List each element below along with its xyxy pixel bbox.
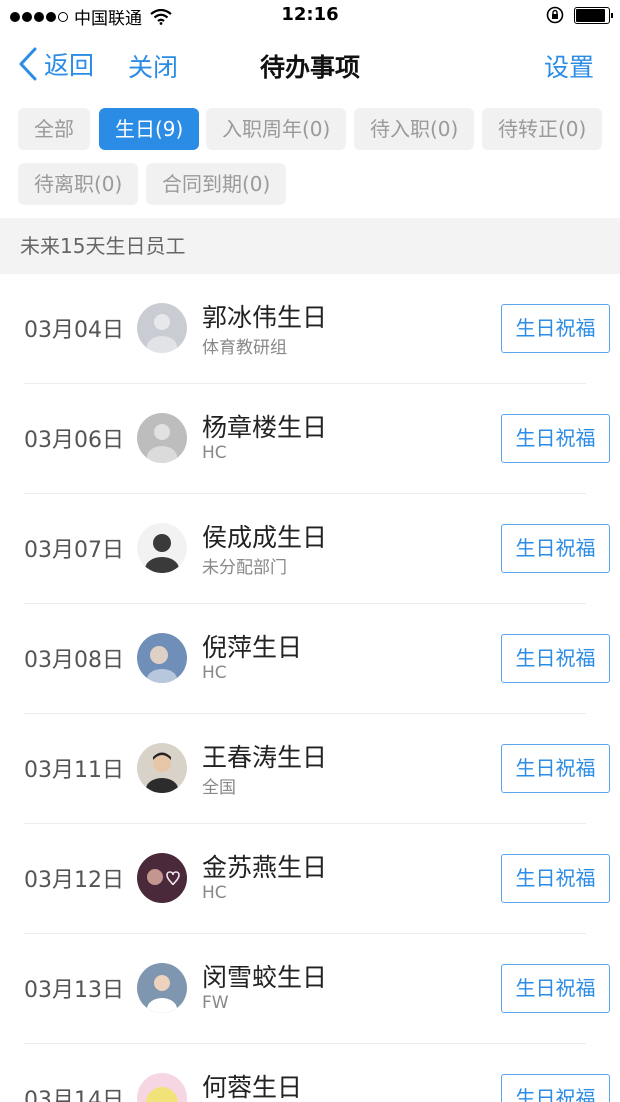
birthday-date: 03月06日 <box>24 428 124 453</box>
employee-department: HC <box>202 883 227 903</box>
employee-name: 侯成成生日 <box>202 523 328 552</box>
avatar <box>137 303 187 353</box>
filter-chip-contract-expiry[interactable]: 合同到期(0) <box>146 163 287 205</box>
avatar <box>137 633 187 683</box>
birthday-date: 03月08日 <box>24 648 124 673</box>
battery-fill <box>576 8 605 22</box>
filter-chip-all[interactable]: 全部 <box>18 108 90 150</box>
employee-department: 体育教研组 <box>202 338 287 358</box>
list-item: 03月07日 侯成成生日 未分配部门 生日祝福 <box>0 494 620 604</box>
employee-name: 金苏燕生日 <box>202 853 328 882</box>
avatar <box>137 413 187 463</box>
list-item: 03月12日 金苏燕生日 HC 生日祝福 <box>0 824 620 934</box>
birthday-list: 03月04日 郭冰伟生日 体育教研组 生日祝福 03月06日 杨章楼生日 HC … <box>0 274 620 1102</box>
list-item: 03月04日 郭冰伟生日 体育教研组 生日祝福 <box>0 274 620 384</box>
avatar <box>137 523 187 573</box>
avatar <box>137 1073 187 1102</box>
birthday-wish-button[interactable]: 生日祝福 <box>501 854 610 903</box>
employee-department: 未分配部门 <box>202 558 287 578</box>
employee-name: 倪萍生日 <box>202 633 303 662</box>
list-item: 03月13日 闵雪蛟生日 FW 生日祝福 <box>0 934 620 1044</box>
filter-chip-pending-onboard[interactable]: 待入职(0) <box>354 108 475 150</box>
page-title: 待办事项 <box>259 53 360 82</box>
employee-department: FW <box>202 993 229 1013</box>
employee-department: 全国 <box>202 778 236 798</box>
birthday-date: 03月14日 <box>24 1088 124 1102</box>
avatar <box>137 743 187 793</box>
filter-chip-birthday[interactable]: 生日(9) <box>99 108 200 150</box>
list-item: 03月08日 倪萍生日 HC 生日祝福 <box>0 604 620 714</box>
filter-chip-pending-leave[interactable]: 待离职(0) <box>18 163 139 205</box>
birthday-wish-button[interactable]: 生日祝福 <box>501 634 610 683</box>
employee-name: 王春涛生日 <box>202 743 328 772</box>
birthday-wish-button[interactable]: 生日祝福 <box>501 744 610 793</box>
battery-icon <box>574 6 613 24</box>
employee-name: 杨章楼生日 <box>202 413 328 442</box>
avatar <box>137 853 187 903</box>
employee-name: 闵雪蛟生日 <box>202 963 328 992</box>
birthday-date: 03月12日 <box>24 868 124 893</box>
birthday-wish-button[interactable]: 生日祝福 <box>501 1074 610 1102</box>
birthday-wish-button[interactable]: 生日祝福 <box>501 964 610 1013</box>
birthday-date: 03月13日 <box>24 978 124 1003</box>
status-time: 12:16 <box>281 4 339 25</box>
birthday-wish-button[interactable]: 生日祝福 <box>501 414 610 463</box>
birthday-wish-button[interactable]: 生日祝福 <box>501 524 610 573</box>
section-header: 未来15天生日员工 <box>0 218 620 274</box>
birthday-date: 03月07日 <box>24 538 124 563</box>
nav-bar: 返回 关闭 待办事项 设置 <box>0 32 620 96</box>
birthday-date: 03月04日 <box>24 318 124 343</box>
filter-chip-anniversary[interactable]: 入职周年(0) <box>206 108 347 150</box>
avatar <box>137 963 187 1013</box>
status-right <box>546 6 613 24</box>
filter-chip-pending-regular[interactable]: 待转正(0) <box>482 108 603 150</box>
birthday-wish-button[interactable]: 生日祝福 <box>501 304 610 353</box>
employee-department: HC <box>202 663 227 683</box>
status-bar: 中国联通 12:16 <box>0 0 620 32</box>
employee-department: HC <box>202 443 227 463</box>
employee-name: 郭冰伟生日 <box>202 303 328 332</box>
birthday-date: 03月11日 <box>24 758 124 783</box>
list-item: 03月06日 杨章楼生日 HC 生日祝福 <box>0 384 620 494</box>
orientation-lock-icon <box>546 6 564 24</box>
settings-button[interactable]: 设置 <box>544 48 594 84</box>
employee-name: 何蓉生日 <box>202 1073 303 1102</box>
list-item: 03月11日 王春涛生日 全国 生日祝福 <box>0 714 620 824</box>
list-item: 03月14日 何蓉生日 生日祝福 <box>0 1044 620 1102</box>
